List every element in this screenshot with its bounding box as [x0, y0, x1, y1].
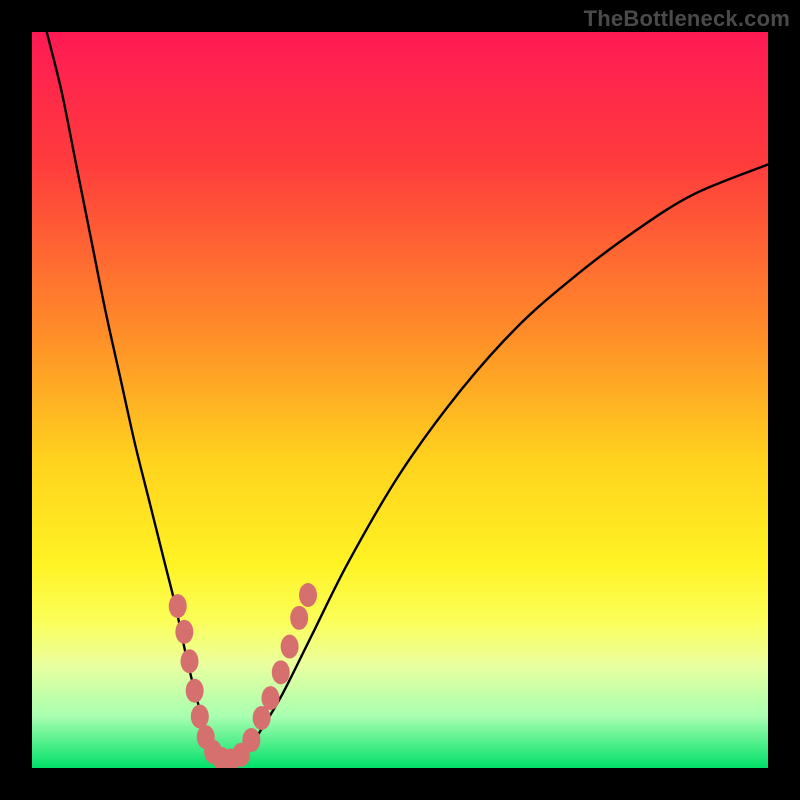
marker-dot [281, 635, 299, 659]
marker-dot [299, 583, 317, 607]
marker-dot [242, 728, 260, 752]
curve-layer [32, 32, 768, 768]
marker-dot [169, 594, 187, 618]
marker-dot [181, 649, 199, 673]
bottleneck-curve [47, 32, 768, 761]
plot-area [32, 32, 768, 768]
marker-dot [290, 606, 308, 630]
watermark-text: TheBottleneck.com [584, 6, 790, 32]
marker-dot [261, 686, 279, 710]
marker-dot [186, 679, 204, 703]
marker-dot [191, 704, 209, 728]
chart-frame: TheBottleneck.com [0, 0, 800, 800]
marker-dot [175, 620, 193, 644]
marker-dot [272, 660, 290, 684]
